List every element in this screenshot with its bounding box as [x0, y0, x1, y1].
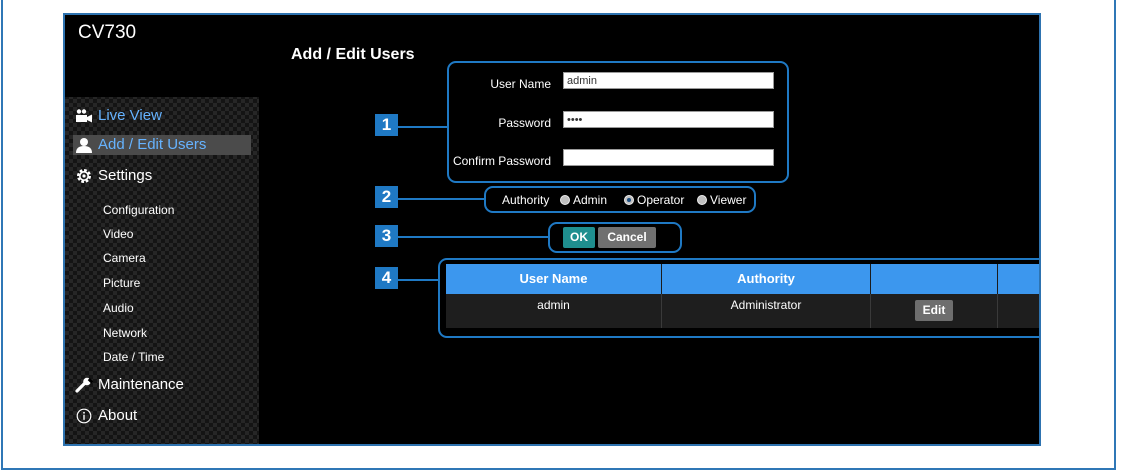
cell-actions: Edit [871, 294, 998, 328]
callout-number-2: 2 [375, 186, 398, 208]
radio-operator[interactable] [624, 195, 634, 205]
callout-number-3: 3 [375, 225, 398, 247]
radio-admin-label[interactable]: Admin [573, 193, 607, 207]
sidebar-subitem-date-time[interactable]: Date / Time [103, 350, 164, 364]
wrench-icon [75, 377, 93, 393]
gear-icon [77, 169, 91, 183]
column-header-blank [998, 264, 1039, 294]
password-label: Password [498, 116, 551, 130]
column-header-user-name[interactable]: User Name [446, 264, 662, 294]
user-name-label: User Name [490, 77, 551, 91]
callout-number-4: 4 [375, 267, 398, 289]
cell-authority: Administrator [662, 294, 871, 328]
model-name: CV730 [78, 22, 137, 43]
sidebar-item-label: Maintenance [98, 376, 184, 393]
camera-web-ui: CV730 Live View Add / Edit Users Setting… [63, 13, 1041, 446]
column-header-authority[interactable]: Authority [662, 264, 871, 294]
radio-admin[interactable] [560, 195, 570, 205]
users-table: User Name Authority admin Administrator … [446, 264, 1039, 330]
radio-operator-label[interactable]: Operator [637, 193, 684, 207]
cell-user-name: admin [446, 294, 662, 328]
ok-button[interactable]: OK [563, 227, 595, 248]
radio-viewer-label[interactable]: Viewer [710, 193, 746, 207]
cancel-button[interactable]: Cancel [598, 227, 656, 248]
password-input[interactable] [563, 111, 774, 128]
scrollbar[interactable] [1039, 264, 1041, 446]
sidebar-item-label: Live View [98, 107, 162, 124]
sidebar-subitem-audio[interactable]: Audio [103, 301, 134, 315]
callout-connector [398, 236, 549, 238]
callout-number-1: 1 [375, 114, 398, 136]
confirm-password-label: Confirm Password [452, 154, 551, 168]
callout-connector [398, 126, 448, 128]
sidebar-item-about[interactable]: About [73, 406, 251, 426]
confirm-password-input[interactable] [563, 149, 774, 166]
video-camera-icon [76, 109, 92, 123]
user-name-input[interactable] [563, 72, 774, 89]
sidebar-item-live-view[interactable]: Live View [73, 106, 251, 126]
authority-label: Authority [502, 193, 550, 207]
sidebar-subitem-network[interactable]: Network [103, 326, 147, 340]
sidebar: CV730 Live View Add / Edit Users Setting… [65, 15, 259, 444]
edit-button[interactable]: Edit [915, 300, 953, 321]
page-title: Add / Edit Users [291, 46, 415, 63]
sidebar-subitem-configuration[interactable]: Configuration [103, 203, 174, 217]
sidebar-subitem-video[interactable]: Video [103, 227, 133, 241]
sidebar-item-settings[interactable]: Settings [73, 166, 251, 186]
sidebar-item-label: About [98, 407, 138, 424]
callout-connector [398, 279, 439, 281]
user-icon [76, 138, 92, 153]
radio-viewer[interactable] [697, 195, 707, 205]
cell-blank [998, 294, 1039, 328]
sidebar-subitem-picture[interactable]: Picture [103, 276, 140, 290]
sidebar-subitem-camera[interactable]: Camera [103, 251, 146, 265]
info-icon [76, 408, 92, 424]
sidebar-item-label: Settings [98, 167, 153, 184]
sidebar-item-label: Add / Edit Users [98, 136, 207, 153]
sidebar-item-maintenance[interactable]: Maintenance [73, 375, 251, 395]
sidebar-item-add-edit-users[interactable]: Add / Edit Users [73, 135, 251, 155]
column-header-actions [871, 264, 998, 294]
callout-connector [398, 198, 485, 200]
